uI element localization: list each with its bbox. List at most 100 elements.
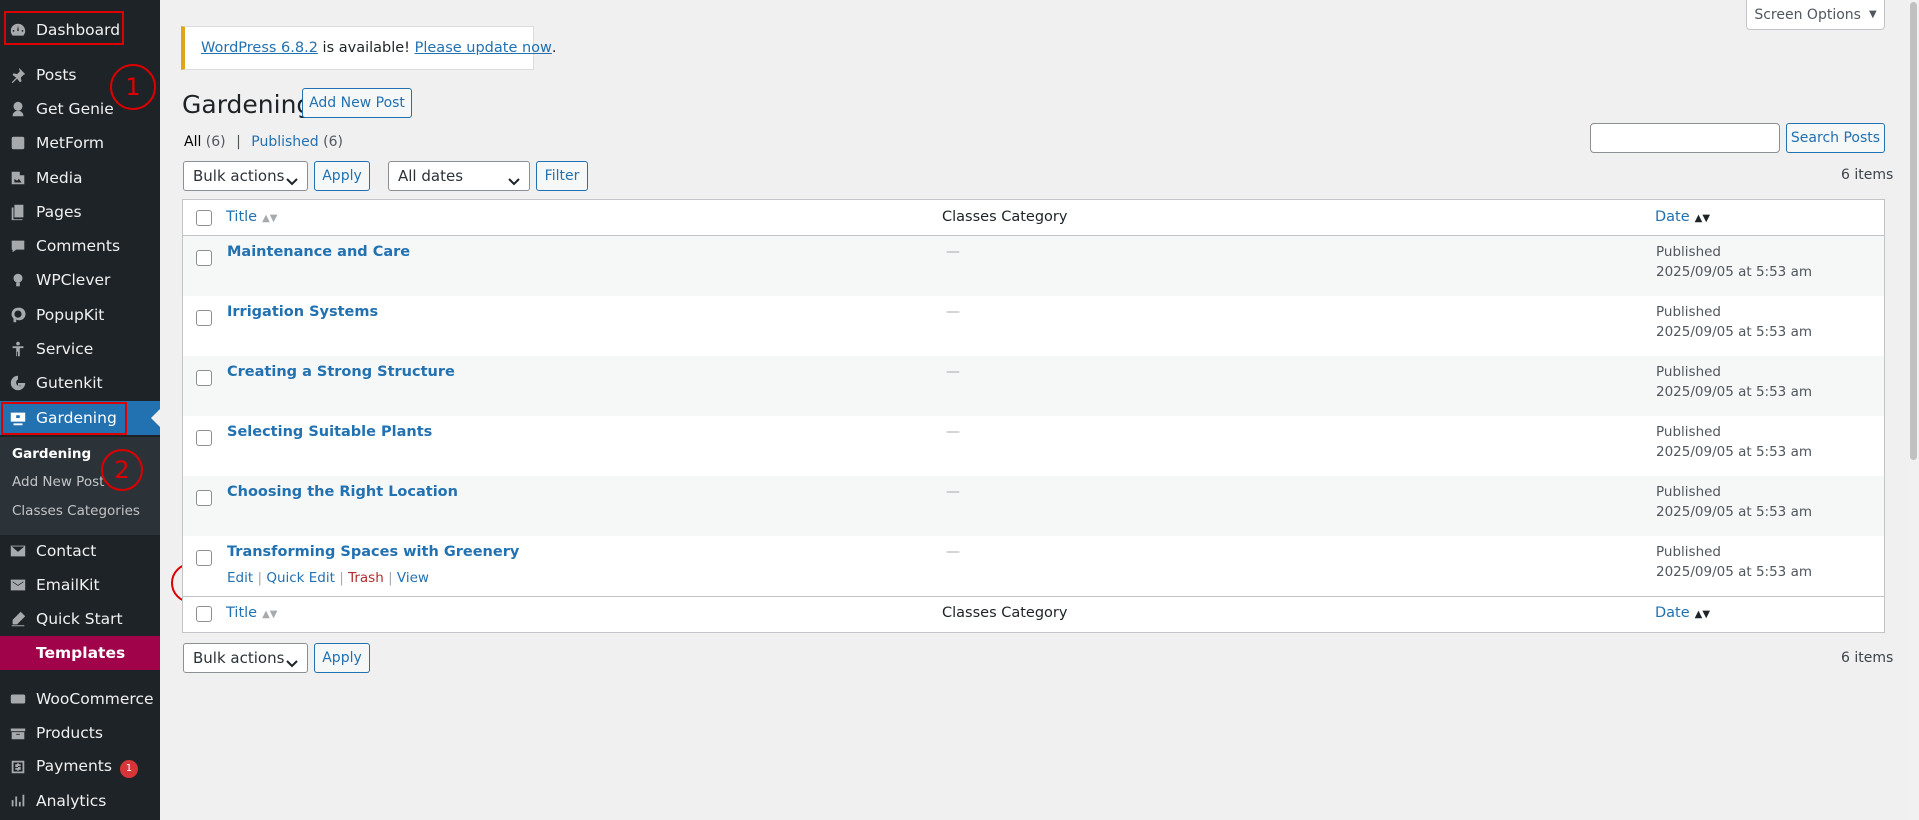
column-title-label: Title: [226, 605, 258, 621]
submenu-gardening[interactable]: Gardening: [12, 446, 91, 462]
row-checkbox[interactable]: [196, 550, 212, 566]
row-checkbox[interactable]: [196, 430, 212, 446]
email-icon: [0, 576, 36, 594]
post-title-link[interactable]: Selecting Suitable Plants: [227, 424, 432, 440]
row-checkbox[interactable]: [196, 250, 212, 266]
chevron-down-icon: [286, 654, 298, 672]
trash-link[interactable]: Trash: [348, 570, 384, 586]
menu-emailkit[interactable]: EmailKit: [0, 568, 160, 602]
menu-wpclever[interactable]: WPClever: [0, 263, 160, 297]
row-actions: Edit | Quick Edit | Trash | View: [227, 570, 429, 586]
row-checkbox[interactable]: [196, 310, 212, 326]
category-value: —: [946, 484, 960, 500]
filter-all-link[interactable]: All: [184, 134, 201, 150]
menu-pages[interactable]: Pages: [0, 195, 160, 229]
screen-options-button[interactable]: Screen Options ▼: [1746, 0, 1885, 30]
column-title-header[interactable]: Title ▲▼: [226, 209, 277, 225]
menu-label: WooCommerce: [36, 690, 154, 708]
select-all-checkbox-bottom[interactable]: [196, 606, 212, 622]
post-title-link[interactable]: Transforming Spaces with Greenery: [227, 544, 519, 560]
row-checkbox[interactable]: [196, 490, 212, 506]
post-date: 2025/09/05 at 5:53 am: [1656, 384, 1812, 400]
sort-icon: ▲▼: [262, 213, 278, 224]
menu-gutenkit[interactable]: Gutenkit: [0, 366, 160, 400]
row-checkbox[interactable]: [196, 370, 212, 386]
table-row: Maintenance and Care — Published 2025/09…: [183, 236, 1884, 296]
popup-icon: [0, 306, 36, 324]
menu-analytics[interactable]: Analytics: [0, 784, 160, 818]
menu-quick-start[interactable]: Quick Start: [0, 602, 160, 636]
post-status: Published: [1656, 424, 1721, 440]
items-count-top: 6 items: [1841, 167, 1894, 183]
menu-label: Pages: [36, 203, 82, 221]
quickstart-icon: [0, 610, 36, 628]
menu-label: WPClever: [36, 271, 111, 289]
menu-comments[interactable]: Comments: [0, 229, 160, 263]
page-scrollbar[interactable]: [1908, 0, 1919, 820]
menu-label: Posts: [36, 66, 77, 84]
column-title-footer[interactable]: Title ▲▼: [226, 605, 277, 621]
table-row: Irrigation Systems — Published 2025/09/0…: [183, 296, 1884, 356]
column-date-label: Date: [1655, 209, 1690, 225]
filter-published-link[interactable]: Published: [251, 134, 318, 150]
menu-media[interactable]: Media: [0, 161, 160, 195]
apply-button-bottom[interactable]: Apply: [314, 643, 370, 673]
post-title-link[interactable]: Choosing the Right Location: [227, 484, 458, 500]
update-now-link[interactable]: Please update now: [415, 40, 552, 56]
action-separator: |: [339, 570, 344, 586]
submenu-add-new-post[interactable]: Add New Post: [12, 474, 104, 490]
menu-popupkit[interactable]: PopupKit: [0, 298, 160, 332]
column-category-footer: Classes Category: [942, 605, 1068, 621]
menu-service[interactable]: Service: [0, 332, 160, 366]
post-status: Published: [1656, 244, 1721, 260]
search-input[interactable]: [1590, 123, 1780, 153]
post-title-link[interactable]: Maintenance and Care: [227, 244, 410, 260]
update-notice: WordPress 6.8.2 is available! Please upd…: [181, 26, 557, 70]
menu-contact[interactable]: Contact: [0, 534, 160, 568]
quick-edit-link[interactable]: Quick Edit: [266, 570, 335, 586]
scrollbar-thumb[interactable]: [1910, 2, 1917, 460]
menu-label: Media: [36, 169, 83, 187]
annotation-box-dashboard: [4, 11, 124, 45]
menu-label: Products: [36, 724, 103, 742]
page-title: Gardening: [182, 90, 313, 119]
filter-all-count: (6): [201, 134, 226, 150]
wordpress-version-link[interactable]: WordPress 6.8.2: [201, 40, 318, 56]
box-icon: [0, 724, 36, 742]
filter-button[interactable]: Filter: [536, 161, 588, 191]
table-header: Title ▲▼ Classes Category Date ▲▼: [183, 200, 1884, 236]
select-all-checkbox[interactable]: [196, 210, 212, 226]
posts-table: Title ▲▼ Classes Category Date ▲▼ Maintena…: [182, 199, 1885, 633]
menu-label: Get Genie: [36, 100, 114, 118]
submenu-classes-categories[interactable]: Classes Categories: [12, 503, 140, 519]
action-separator: |: [257, 570, 263, 586]
bulk-actions-select[interactable]: Bulk actions: [183, 161, 308, 191]
bulk-actions-select-bottom[interactable]: Bulk actions: [183, 643, 308, 673]
annotation-circle-1: 1: [110, 64, 156, 110]
pages-icon: [0, 203, 36, 221]
view-link[interactable]: View: [397, 570, 429, 586]
menu-label: EmailKit: [36, 576, 100, 594]
sort-desc-icon: ▲▼: [1694, 609, 1711, 620]
edit-link[interactable]: Edit: [227, 570, 253, 586]
menu-label: Templates: [36, 644, 126, 662]
menu-payments[interactable]: Payments 1: [0, 750, 160, 784]
filter-published-count: (6): [318, 134, 343, 150]
post-title-link[interactable]: Creating a Strong Structure: [227, 364, 455, 380]
post-date: 2025/09/05 at 5:53 am: [1656, 324, 1812, 340]
search-posts-button[interactable]: Search Posts: [1786, 123, 1885, 153]
column-date-header[interactable]: Date ▲▼: [1655, 209, 1710, 225]
payment-icon: [0, 758, 36, 776]
menu-products[interactable]: Products: [0, 716, 160, 750]
column-category-header: Classes Category: [942, 209, 1068, 225]
column-date-footer[interactable]: Date ▲▼: [1655, 605, 1710, 621]
menu-templates[interactable]: Templates: [0, 636, 160, 670]
post-title-link[interactable]: Irrigation Systems: [227, 304, 378, 320]
action-separator: |: [388, 570, 393, 586]
menu-metform[interactable]: MetForm: [0, 126, 160, 160]
media-icon: [0, 169, 36, 187]
add-new-post-button[interactable]: Add New Post: [302, 88, 412, 118]
date-filter-select[interactable]: All dates: [388, 161, 530, 191]
menu-woocommerce[interactable]: WooCommerce: [0, 682, 160, 716]
apply-button-top[interactable]: Apply: [314, 161, 370, 191]
